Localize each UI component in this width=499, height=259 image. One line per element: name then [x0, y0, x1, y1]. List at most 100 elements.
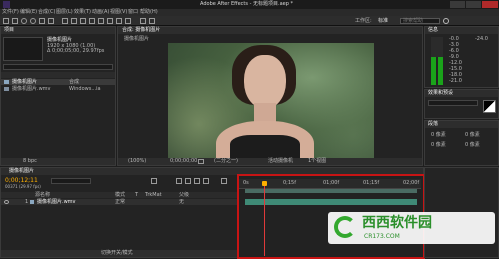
menu-file[interactable]: 文件(F) [2, 10, 19, 15]
search-help-input[interactable]: 搜索帮助 [400, 18, 440, 24]
selection-tool-icon[interactable] [3, 18, 9, 24]
menu-view[interactable]: 视图(V) [110, 10, 127, 15]
text-tool-icon[interactable] [80, 18, 86, 24]
maximize-button[interactable] [466, 1, 481, 8]
watermark: 西西软件园 CR173.COM [328, 212, 495, 244]
column-parent[interactable]: 父级 [179, 193, 189, 198]
workspace-label: 工作区: [355, 18, 372, 24]
effects-tab-bar: 效果和预设 [425, 90, 498, 97]
comp-mini-flowchart-icon[interactable] [151, 178, 157, 184]
layer-parent-select[interactable]: 无 [179, 200, 184, 205]
tab-project[interactable]: 项目 [4, 28, 14, 33]
level-label: -24.0 [475, 36, 488, 42]
clone-stamp-tool-icon[interactable] [98, 18, 104, 24]
graph-editor-icon[interactable] [221, 178, 227, 184]
menu-composition[interactable]: 合成(C) [38, 10, 55, 15]
roto-brush-tool-icon[interactable] [116, 18, 122, 24]
window-title: Adobe After Effects - 无标题项目.aep * [200, 1, 293, 7]
column-t[interactable]: T [135, 193, 138, 198]
tab-effects-presets[interactable]: 效果和预设 [428, 91, 453, 96]
project-item-name: 摄像机图片 [12, 79, 38, 85]
zoom-tool-icon[interactable] [21, 18, 27, 24]
eye-icon[interactable] [4, 200, 9, 204]
camera-icon[interactable] [198, 159, 204, 164]
indent-left-value[interactable]: 0 像素 [431, 133, 446, 138]
resolution-select[interactable]: (二分之一) [214, 159, 238, 164]
align-icon[interactable] [140, 18, 146, 24]
tool-bar: 工作区: 标准 搜索帮助 [0, 16, 499, 26]
pen-tool-icon[interactable] [71, 18, 77, 24]
space-after-value[interactable]: 0 像素 [465, 143, 480, 148]
puppet-tool-icon[interactable] [125, 18, 131, 24]
column-trkmat[interactable]: TrkMat [145, 193, 162, 198]
view-layout-select[interactable]: 1个视图 [308, 159, 326, 164]
frame-blending-icon[interactable] [194, 178, 200, 184]
layer-index: 1 [25, 199, 29, 205]
menu-edit[interactable]: 编辑(E) [20, 10, 37, 15]
composition-name-label[interactable]: 摄像机图片 [124, 37, 149, 42]
hand-tool-icon[interactable] [12, 18, 18, 24]
composition-viewer-image[interactable] [168, 43, 374, 159]
workspace-select[interactable]: 标准 [378, 19, 388, 24]
minimize-button[interactable] [450, 1, 465, 8]
bit-depth-button[interactable]: 8 bpc [23, 159, 37, 164]
project-item-type: Windows...ia [69, 86, 101, 92]
search-help-placeholder: 搜索帮助 [403, 18, 424, 24]
layer-mode-select[interactable]: 正常 [115, 200, 125, 205]
shy-layers-icon[interactable] [185, 178, 191, 184]
tab-info[interactable]: 信息 [428, 28, 438, 33]
magnification-select[interactable]: (100%) [128, 159, 146, 164]
menu-window[interactable]: 窗口 [128, 10, 138, 15]
toggle-switches-modes-button[interactable]: 切换开关/模式 [101, 251, 133, 256]
menu-help[interactable]: 帮助(H) [140, 10, 158, 15]
search-icon[interactable] [443, 18, 449, 24]
project-thumbnail [3, 37, 43, 61]
paragraph-panel: 段落 0 像素 0 像素 0 像素 0 像素 [424, 120, 499, 166]
tab-paragraph[interactable]: 段落 [428, 122, 438, 127]
close-button[interactable] [482, 1, 498, 8]
app-icon [3, 1, 10, 8]
paragraph-tab-bar: 段落 [425, 121, 498, 128]
timeline-column-header: 源名称 模式 T TrkMat 父级 [1, 192, 237, 198]
table-row[interactable]: 1 摄像机图片.wmv 正常 无 [1, 199, 237, 205]
draft-3d-icon[interactable] [176, 178, 182, 184]
project-tab-bar: 项目 [1, 27, 115, 34]
project-footer: 8 bpc [1, 158, 115, 165]
eraser-tool-icon[interactable] [107, 18, 113, 24]
brush-tool-icon[interactable] [89, 18, 95, 24]
pan-behind-tool-icon[interactable] [48, 18, 54, 24]
audio-meter-right [438, 57, 443, 85]
project-item-name: 摄像机图片.wmv [12, 86, 51, 92]
mask-tool-icon[interactable] [62, 18, 68, 24]
camera-tool-icon[interactable] [39, 18, 45, 24]
menu-effect[interactable]: 效果(T) [74, 10, 91, 15]
snap-icon[interactable] [149, 18, 155, 24]
menu-animation[interactable]: 动画(A) [92, 10, 109, 15]
list-item[interactable]: 摄像机图片.wmv Windows...ia [1, 86, 115, 92]
footage-icon [4, 87, 9, 91]
tab-timeline-comp[interactable]: 摄像机图片 [9, 169, 34, 174]
indent-right-value[interactable]: 0 像素 [465, 133, 480, 138]
rotate-tool-icon[interactable] [30, 18, 36, 24]
column-source-name[interactable]: 源名称 [35, 193, 50, 198]
list-item[interactable]: 摄像机图片 合成 [1, 79, 115, 85]
footage-icon [30, 200, 34, 204]
project-search-input[interactable] [3, 64, 113, 70]
timeline-search-input[interactable] [51, 178, 91, 184]
column-mode[interactable]: 模式 [115, 193, 125, 198]
menu-layer[interactable]: 图层(L) [56, 10, 73, 15]
layer-name: 摄像机图片.wmv [37, 199, 76, 205]
color-swatch[interactable] [483, 100, 496, 113]
project-list-header [1, 72, 115, 78]
motion-blur-icon[interactable] [203, 178, 209, 184]
tab-composition[interactable]: 合成: 摄像机图片 [122, 28, 160, 33]
watermark-brand: 西西软件园 [362, 215, 432, 231]
watermark-url: CR173.COM [364, 233, 400, 240]
space-before-value[interactable]: 0 像素 [431, 143, 446, 148]
active-camera-select[interactable]: 活动摄像机 [268, 159, 293, 164]
info-tab-bar: 信息 [425, 27, 498, 34]
level-label: -21.0 [449, 78, 462, 84]
current-time-display[interactable]: 0;00;00;00 [170, 159, 197, 164]
info-audio-panel: 信息 -0.0 -3.0 -6.0 -9.0 -12.0 -15.0 -18.0… [424, 26, 499, 88]
effects-search-input[interactable] [428, 100, 478, 106]
